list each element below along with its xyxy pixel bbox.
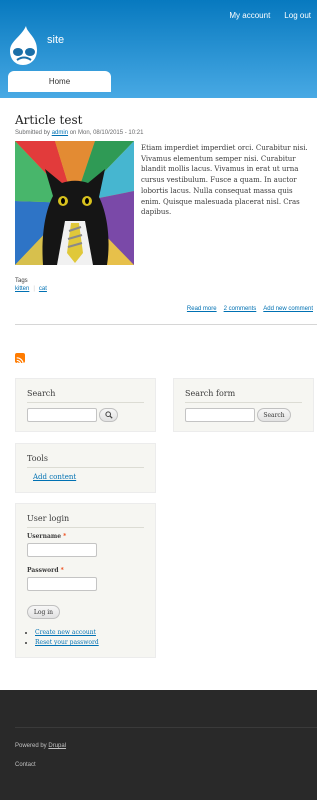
list-item: Create new account xyxy=(35,628,99,638)
block-title-rule xyxy=(27,402,144,403)
user-login-block: User login Username * Password * Log in … xyxy=(15,503,156,658)
tools-block: Tools Add content xyxy=(15,443,156,493)
tab-home[interactable]: Home xyxy=(8,71,111,92)
block-title-rule xyxy=(27,467,144,468)
article-image xyxy=(15,141,134,265)
search-form-button[interactable]: Search xyxy=(257,408,291,422)
block-title-rule xyxy=(185,402,302,403)
article-body: Etiam imperdiet imperdiet orci. Curabitu… xyxy=(141,144,308,217)
search-block: Search xyxy=(15,378,156,432)
search-button[interactable] xyxy=(99,408,118,422)
search-input[interactable] xyxy=(27,408,97,422)
log-in-button[interactable]: Log in xyxy=(27,605,60,619)
article-links: Read more 2 comments Add new comment xyxy=(187,306,313,312)
tag-kitten-link[interactable]: kitten xyxy=(15,286,29,292)
author-link[interactable]: admin xyxy=(52,130,68,136)
site-header: My account Log out site Home xyxy=(0,0,317,98)
powered-by: Powered by Drupal xyxy=(15,743,66,749)
search-form-title: Search form xyxy=(185,389,236,398)
submitted-date: on Mon, 08/10/2015 - 10:21 xyxy=(69,130,144,136)
log-out-link[interactable]: Log out xyxy=(284,11,311,20)
my-account-link[interactable]: My account xyxy=(229,11,270,20)
required-mark: * xyxy=(60,567,64,574)
add-comment-link[interactable]: Add new comment xyxy=(263,306,313,312)
tags-list: kitten | cat xyxy=(15,286,47,292)
search-form-input[interactable] xyxy=(185,408,255,422)
user-login-title: User login xyxy=(27,514,70,523)
tag-separator: | xyxy=(33,286,35,292)
article-divider xyxy=(15,324,317,325)
tag-cat-link[interactable]: cat xyxy=(39,286,47,292)
powered-by-text: Powered by xyxy=(15,743,47,749)
tags-label: Tags xyxy=(15,278,28,284)
block-title-rule xyxy=(27,527,144,528)
main-menu: Home xyxy=(8,71,111,92)
article-title[interactable]: Article test xyxy=(15,113,82,127)
drupal-logo-icon[interactable] xyxy=(9,24,39,66)
username-field[interactable] xyxy=(27,543,97,557)
rss-feed-icon[interactable] xyxy=(15,353,25,365)
submitted-prefix: Submitted by xyxy=(15,130,51,136)
submitted-info: Submitted by admin on Mon, 08/10/2015 - … xyxy=(15,130,143,136)
contact-link[interactable]: Contact xyxy=(15,762,36,768)
password-field[interactable] xyxy=(27,577,97,591)
search-block-title: Search xyxy=(27,389,56,398)
username-label: Username * xyxy=(27,533,66,540)
list-item: Reset your password xyxy=(35,638,99,648)
tools-block-title: Tools xyxy=(27,454,49,463)
required-mark: * xyxy=(63,533,67,540)
password-label: Password * xyxy=(27,567,64,574)
secondary-menu: My account Log out xyxy=(229,11,311,20)
create-account-link[interactable]: Create new account xyxy=(35,629,96,636)
search-icon xyxy=(104,411,113,419)
password-label-text: Password xyxy=(27,567,59,574)
comments-link[interactable]: 2 comments xyxy=(224,306,257,312)
user-login-links: Create new account Reset your password xyxy=(35,628,99,648)
drupal-link[interactable]: Drupal xyxy=(48,743,66,749)
search-form-block: Search form Search xyxy=(173,378,314,432)
read-more-link[interactable]: Read more xyxy=(187,306,217,312)
site-footer: Powered by Drupal Contact xyxy=(0,690,317,800)
username-label-text: Username xyxy=(27,533,62,540)
add-content-link[interactable]: Add content xyxy=(33,473,76,481)
reset-password-link[interactable]: Reset your password xyxy=(35,639,99,646)
footer-divider xyxy=(15,727,317,728)
site-name[interactable]: site xyxy=(47,34,64,46)
